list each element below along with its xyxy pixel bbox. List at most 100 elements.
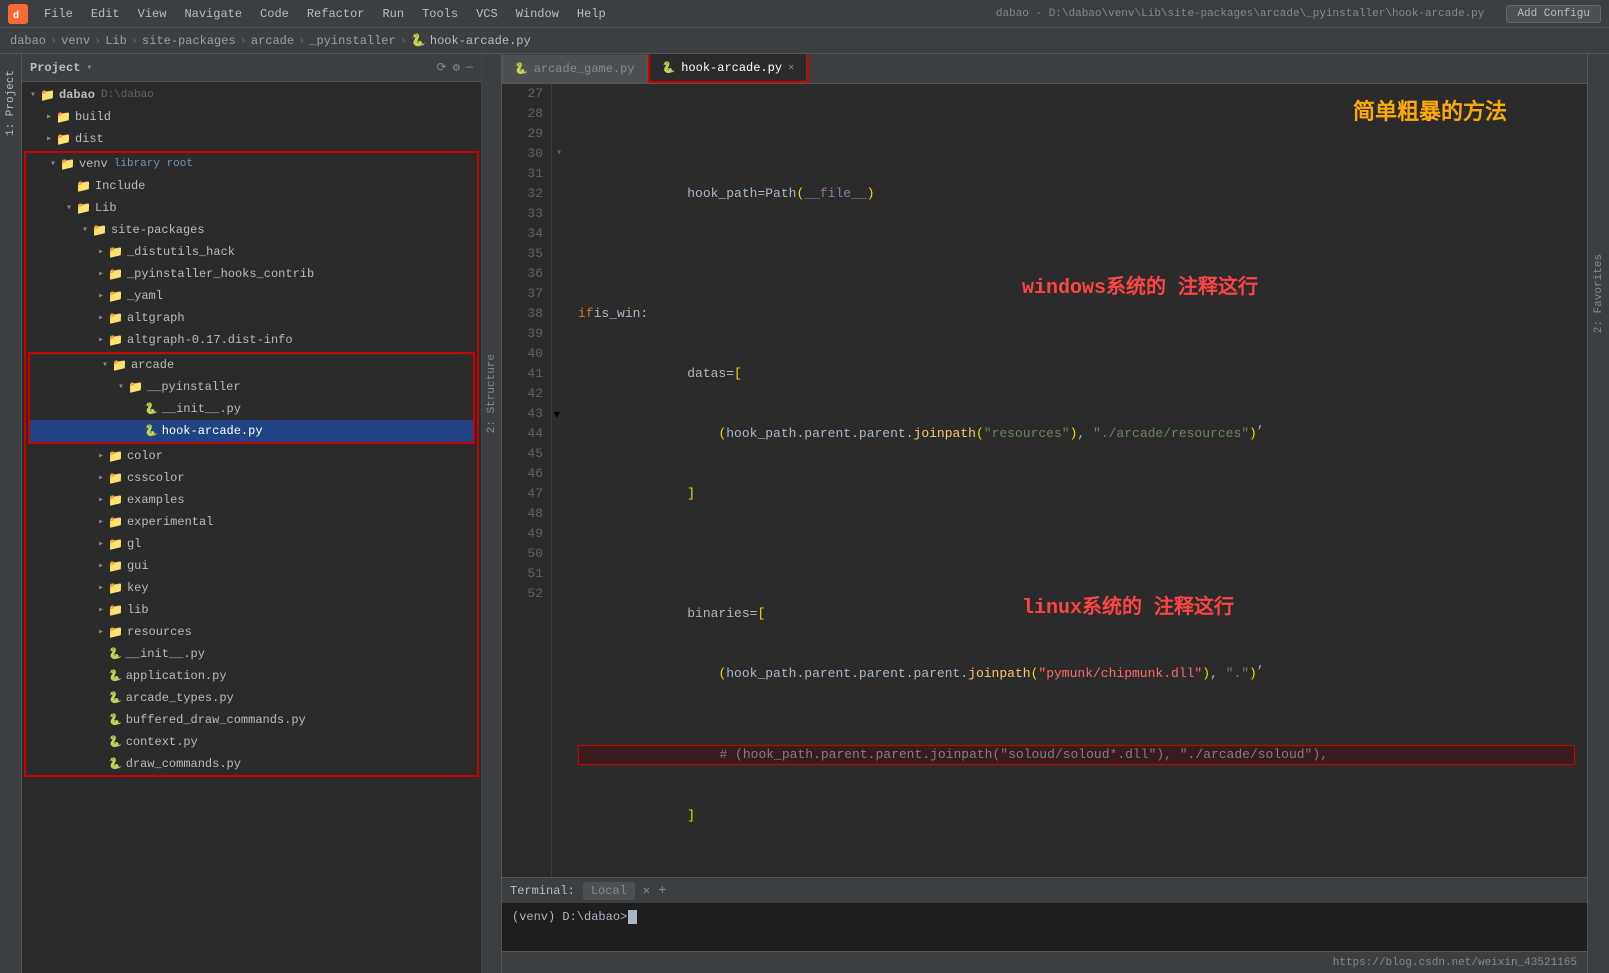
menu-code[interactable]: Code bbox=[252, 5, 297, 23]
tree-label-venv: venv bbox=[79, 157, 108, 171]
main-area: 1: Project Project ▾ ⟳ ⚙ — ▾ 📁 dabao D:\… bbox=[0, 54, 1609, 973]
menu-edit[interactable]: Edit bbox=[83, 5, 128, 23]
code-content[interactable]: hook_path = Path(__file__) if is_win: da… bbox=[566, 84, 1587, 877]
tree-item-arcade-types[interactable]: 🐍 arcade_types.py bbox=[26, 687, 477, 709]
menu-run[interactable]: Run bbox=[374, 5, 412, 23]
terminal-local-tab[interactable]: Local bbox=[583, 882, 635, 900]
breadcrumb-file: 🐍 hook-arcade.py bbox=[411, 33, 531, 48]
tab-hook-arcade[interactable]: 🐍 hook-arcade.py ✕ bbox=[650, 54, 808, 81]
menu-window[interactable]: Window bbox=[508, 5, 567, 23]
folder-icon-lib2: 📁 bbox=[108, 603, 123, 618]
app-logo: d bbox=[8, 4, 28, 24]
tree-item-include[interactable]: 📁 Include bbox=[26, 175, 477, 197]
tree-item-init-py[interactable]: 🐍 __init__.py bbox=[30, 398, 473, 420]
favorites-toggle[interactable]: 2: Favorites bbox=[1593, 254, 1605, 333]
code-line-30: if is_win: bbox=[578, 304, 1575, 324]
menu-refactor[interactable]: Refactor bbox=[299, 5, 373, 23]
breadcrumb-arcade[interactable]: arcade bbox=[251, 34, 294, 48]
tree-item-csscolor[interactable]: ▸ 📁 csscolor bbox=[26, 467, 477, 489]
tree-item-pyinstaller[interactable]: ▾ 📁 __pyinstaller bbox=[30, 376, 473, 398]
folder-icon-include: 📁 bbox=[76, 179, 91, 194]
project-title: Project bbox=[30, 61, 80, 75]
breadcrumb-dabao[interactable]: dabao bbox=[10, 34, 46, 48]
py-icon-init: 🐍 bbox=[144, 402, 158, 416]
tree-item-arcade[interactable]: ▾ 📁 arcade bbox=[30, 354, 473, 376]
folder-icon-venv: 📁 bbox=[60, 157, 75, 172]
breadcrumb: dabao › venv › Lib › site-packages › arc… bbox=[0, 28, 1609, 54]
tree-item-yaml[interactable]: ▸ 📁 _yaml bbox=[26, 285, 477, 307]
tab-close-hook-arcade[interactable]: ✕ bbox=[788, 62, 794, 74]
breadcrumb-lib[interactable]: Lib bbox=[105, 34, 127, 48]
terminal-add-button[interactable]: + bbox=[658, 883, 666, 899]
breadcrumb-site-packages[interactable]: site-packages bbox=[142, 34, 236, 48]
menu-help[interactable]: Help bbox=[569, 5, 614, 23]
tree-item-dabao[interactable]: ▾ 📁 dabao D:\dabao bbox=[22, 84, 481, 106]
folder-icon-altgraph-info: 📁 bbox=[108, 333, 123, 348]
breadcrumb-pyinstaller[interactable]: _pyinstaller bbox=[309, 34, 395, 48]
folder-icon-dist: 📁 bbox=[56, 132, 71, 147]
collapse-icon[interactable]: — bbox=[466, 60, 473, 75]
menu-vcs[interactable]: VCS bbox=[468, 5, 506, 23]
status-bar: https://blog.csdn.net/weixin_43521165 bbox=[502, 951, 1587, 973]
tree-label-key: key bbox=[127, 581, 149, 595]
code-line-39 bbox=[578, 866, 1575, 877]
tree-item-altgraph-info[interactable]: ▸ 📁 altgraph-0.17.dist-info bbox=[26, 329, 477, 351]
menu-file[interactable]: File bbox=[36, 5, 81, 23]
code-area[interactable]: 简单粗暴的方法 windows系统的 注释这行 linux系统的 注释这行 27… bbox=[502, 84, 1587, 877]
settings-icon[interactable]: ⚙ bbox=[453, 60, 460, 75]
code-line-38: ] bbox=[578, 806, 1575, 826]
tree-label-dist: dist bbox=[75, 132, 104, 146]
tree-label-lib: Lib bbox=[95, 201, 117, 215]
tree-item-key[interactable]: ▸ 📁 key bbox=[26, 577, 477, 599]
tree-label-arcade-types: arcade_types.py bbox=[126, 691, 234, 705]
terminal-content[interactable]: (venv) D:\dabao> bbox=[502, 903, 1587, 951]
tree-item-buffered-draw[interactable]: 🐍 buffered_draw_commands.py bbox=[26, 709, 477, 731]
tree-item-resources[interactable]: ▸ 📁 resources bbox=[26, 621, 477, 643]
menu-view[interactable]: View bbox=[130, 5, 175, 23]
tree-item-context[interactable]: 🐍 context.py bbox=[26, 731, 477, 753]
tab-arcade-game[interactable]: 🐍 arcade_game.py bbox=[502, 55, 648, 83]
menu-bar: d File Edit View Navigate Code Refactor … bbox=[0, 0, 1609, 28]
tree-item-site-packages[interactable]: ▾ 📁 site-packages bbox=[26, 219, 477, 241]
tab-bar: 🐍 arcade_game.py 🐍 hook-arcade.py ✕ bbox=[502, 54, 1587, 84]
tree-item-color[interactable]: ▸ 📁 color bbox=[26, 445, 477, 467]
structure-toggle[interactable]: 2: Structure bbox=[486, 354, 498, 433]
tree-item-draw-commands[interactable]: 🐍 draw_commands.py bbox=[26, 753, 477, 775]
tree-label-build: build bbox=[75, 110, 111, 124]
sidebar-strip: 1: Project bbox=[0, 54, 22, 973]
tree-item-lib2[interactable]: ▸ 📁 lib bbox=[26, 599, 477, 621]
tree-label-pyinstaller-hooks: _pyinstaller_hooks_contrib bbox=[127, 267, 314, 281]
py-icon-arcade-types: 🐍 bbox=[108, 691, 122, 705]
code-line-28: hook_path = Path(__file__) bbox=[578, 184, 1575, 204]
tree-label-pyinstaller: __pyinstaller bbox=[147, 380, 241, 394]
tree-item-hook-arcade[interactable]: 🐍 hook-arcade.py bbox=[30, 420, 473, 442]
tree-label-hook-arcade: hook-arcade.py bbox=[162, 424, 263, 438]
project-panel-toggle[interactable]: 1: Project bbox=[5, 70, 17, 136]
menu-tools[interactable]: Tools bbox=[414, 5, 466, 23]
folder-icon-arcade: 📁 bbox=[112, 358, 127, 373]
code-line-33: ] bbox=[578, 484, 1575, 504]
project-dropdown-icon[interactable]: ▾ bbox=[86, 62, 92, 74]
sync-icon[interactable]: ⟳ bbox=[437, 60, 447, 75]
add-config-button[interactable]: Add Configu bbox=[1506, 5, 1601, 23]
tree-item-dist[interactable]: ▸ 📁 dist bbox=[22, 128, 481, 150]
tree-item-lib[interactable]: ▾ 📁 Lib bbox=[26, 197, 477, 219]
tree-item-build[interactable]: ▸ 📁 build bbox=[22, 106, 481, 128]
folder-icon-examples: 📁 bbox=[108, 493, 123, 508]
tree-item-pyinstaller-hooks[interactable]: ▸ 📁 _pyinstaller_hooks_contrib bbox=[26, 263, 477, 285]
menu-navigate[interactable]: Navigate bbox=[176, 5, 250, 23]
tree-item-init2[interactable]: 🐍 __init__.py bbox=[26, 643, 477, 665]
tree-item-application[interactable]: 🐍 application.py bbox=[26, 665, 477, 687]
terminal-cursor bbox=[628, 910, 637, 924]
breadcrumb-venv[interactable]: venv bbox=[61, 34, 90, 48]
tree-item-gl[interactable]: ▸ 📁 gl bbox=[26, 533, 477, 555]
tree-item-experimental[interactable]: ▸ 📁 experimental bbox=[26, 511, 477, 533]
tree-item-examples[interactable]: ▸ 📁 examples bbox=[26, 489, 477, 511]
tree-item-altgraph[interactable]: ▸ 📁 altgraph bbox=[26, 307, 477, 329]
tree-item-distutils[interactable]: ▸ 📁 _distutils_hack bbox=[26, 241, 477, 263]
terminal-close[interactable]: ✕ bbox=[643, 883, 650, 898]
line-numbers: 27 28 29 30 31 32 33 34 35 36 37 38 39 4… bbox=[502, 84, 552, 877]
tree-label-application: application.py bbox=[126, 669, 227, 683]
tree-item-venv[interactable]: ▾ 📁 venv library root bbox=[26, 153, 477, 175]
tree-item-gui[interactable]: ▸ 📁 gui bbox=[26, 555, 477, 577]
